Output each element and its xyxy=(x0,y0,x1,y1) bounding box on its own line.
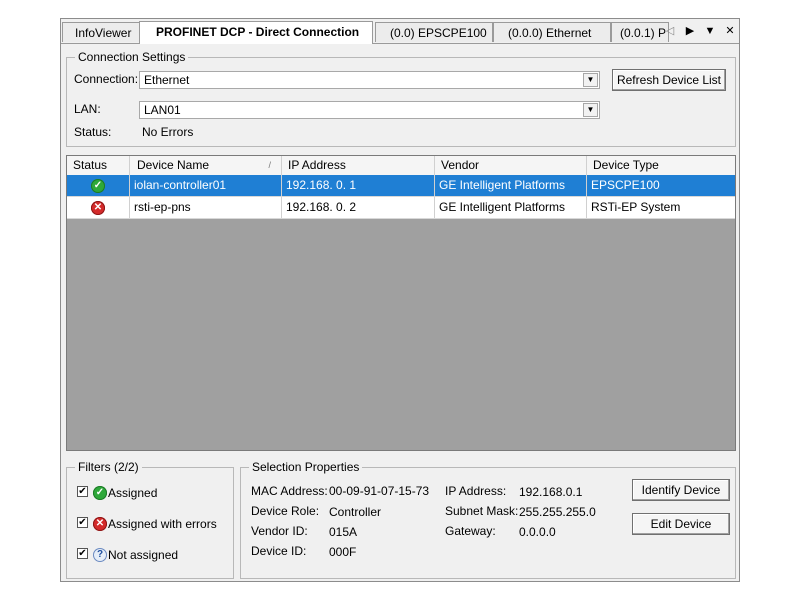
gateway-value: 0.0.0.0 xyxy=(519,525,556,539)
filter-not-assigned-label: Not assigned xyxy=(108,548,179,562)
tab-epscpe100[interactable]: (0.0) EPSCPE100 xyxy=(375,22,493,42)
filter-errors-label: Assigned with errors xyxy=(108,517,217,531)
filters-title: Filters (2/2) xyxy=(75,460,142,474)
column-header-device-name[interactable]: Device Name / xyxy=(130,156,282,175)
lan-dropdown[interactable]: LAN01 ▼ xyxy=(139,101,600,119)
lan-label: LAN: xyxy=(74,102,101,116)
chevron-down-icon[interactable]: ▼ xyxy=(583,103,598,117)
tab-menu-icon[interactable]: ▼ xyxy=(703,23,717,39)
column-header-status[interactable]: Status xyxy=(67,156,130,175)
lan-value: LAN01 xyxy=(144,103,181,117)
question-icon: ? xyxy=(93,548,107,562)
status-ok-icon: ✓ xyxy=(91,178,105,193)
row-device-name: rsti-ep-pns xyxy=(130,197,282,218)
identify-device-button[interactable]: Identify Device xyxy=(632,479,730,501)
row-status-cell: ✕ xyxy=(67,197,130,218)
ok-icon: ✓ xyxy=(93,486,107,500)
row-device-type: RSTi-EP System xyxy=(591,200,681,214)
tab-strip: InfoViewer PROFINET DCP - Direct Connect… xyxy=(61,19,739,44)
subnet-mask-value: 255.255.255.0 xyxy=(519,505,596,519)
device-role-value: Controller xyxy=(329,505,382,519)
column-header-device-type[interactable]: Device Type xyxy=(587,156,735,175)
row-ip-address: 192.168. 0. 2 xyxy=(282,197,435,218)
device-role-label: Device Role: xyxy=(251,504,320,518)
ip-address-label: IP Address: xyxy=(445,484,507,498)
connection-label: Connection: xyxy=(74,72,139,86)
filter-assigned-label: Assigned xyxy=(108,486,158,500)
refresh-device-list-button[interactable]: Refresh Device List xyxy=(612,69,726,91)
column-header-vendor[interactable]: Vendor xyxy=(435,156,587,175)
filter-assigned-checkbox[interactable]: ✔ xyxy=(77,486,88,497)
row-device-name: iolan-controller01 xyxy=(130,175,282,196)
tab-scroll-left-icon[interactable]: ◁ xyxy=(663,23,677,39)
table-row[interactable]: ✕ rsti-ep-pns 192.168. 0. 2 GE Intellige… xyxy=(67,197,735,219)
column-header-device-name-label: Device Name xyxy=(137,158,210,172)
filter-errors-checkbox[interactable]: ✔ xyxy=(77,517,88,528)
status-label: Status: xyxy=(74,125,112,139)
error-icon: ✕ xyxy=(93,517,107,531)
row-status-cell: ✓ xyxy=(67,175,130,196)
chevron-down-icon[interactable]: ▼ xyxy=(583,73,598,87)
gateway-label: Gateway: xyxy=(445,524,496,538)
mac-address-label: MAC Address: xyxy=(251,484,328,498)
vendor-id-value: 015A xyxy=(329,525,358,539)
tab-partial[interactable]: (0.0.1) P xyxy=(611,22,669,42)
filter-not-assigned-checkbox[interactable]: ✔ xyxy=(77,548,88,559)
device-id-label: Device ID: xyxy=(251,544,307,558)
table-row[interactable]: ✓ iolan-controller01 192.168. 0. 1 GE In… xyxy=(67,175,735,197)
mac-address-value: 00-09-91-07-15-73 xyxy=(329,484,430,498)
device-id-value: 000F xyxy=(329,545,357,559)
tab-profinet-dcp[interactable]: PROFINET DCP - Direct Connection xyxy=(139,21,373,44)
connection-settings-group: Connection Settings Connection: Ethernet… xyxy=(66,50,736,147)
vendor-id-label: Vendor ID: xyxy=(251,524,308,538)
grid-header: Status Device Name / IP Address Vendor D… xyxy=(67,156,735,176)
edit-device-button[interactable]: Edit Device xyxy=(632,513,730,535)
connection-value: Ethernet xyxy=(144,73,190,87)
device-list-grid[interactable]: Status Device Name / IP Address Vendor D… xyxy=(66,155,736,451)
row-ip-address: 192.168. 0. 1 xyxy=(282,175,435,196)
status-error-icon: ✕ xyxy=(91,200,105,215)
row-vendor: GE Intelligent Platforms xyxy=(435,175,587,196)
connection-settings-title: Connection Settings xyxy=(75,50,189,64)
ip-address-value: 192.168.0.1 xyxy=(519,485,583,499)
profinet-dcp-window: InfoViewer PROFINET DCP - Direct Connect… xyxy=(60,18,740,582)
tab-infoviewer[interactable]: InfoViewer xyxy=(62,22,142,42)
sort-indicator-icon: / xyxy=(268,160,271,170)
row-device-type: EPSCPE100 xyxy=(591,178,660,192)
selection-properties-group: Selection Properties MAC Address: 00-09-… xyxy=(240,460,736,579)
column-header-ip-address[interactable]: IP Address xyxy=(282,156,435,175)
filters-group: Filters (2/2) ✔ ✓ Assigned ✔ ✕ Assigned … xyxy=(66,460,234,579)
subnet-mask-label: Subnet Mask: xyxy=(445,504,519,518)
row-vendor: GE Intelligent Platforms xyxy=(435,197,587,218)
selection-properties-title: Selection Properties xyxy=(249,460,363,474)
connection-dropdown[interactable]: Ethernet ▼ xyxy=(139,71,600,89)
tab-ethernet[interactable]: (0.0.0) Ethernet xyxy=(493,22,611,42)
status-value: No Errors xyxy=(142,125,194,139)
close-icon[interactable]: ✕ xyxy=(723,23,737,39)
tab-scroll-right-icon[interactable]: ▶ xyxy=(683,23,697,39)
